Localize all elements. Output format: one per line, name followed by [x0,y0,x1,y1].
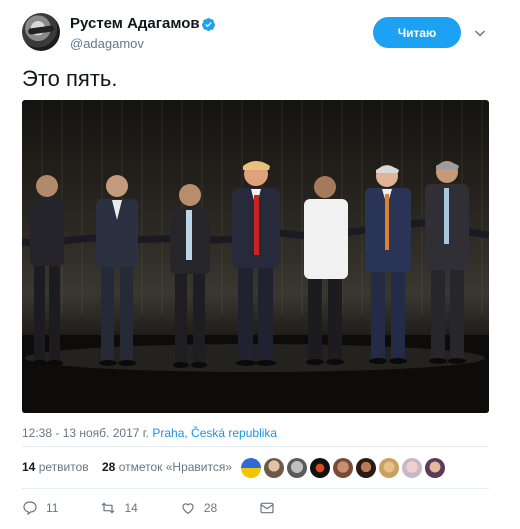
liker-avatar[interactable] [402,458,422,478]
message-button[interactable] [259,500,275,516]
liker-avatar[interactable] [356,458,376,478]
retweets-stat[interactable]: 14 ретвитов [22,460,89,474]
reply-icon [23,501,37,516]
chevron-down-icon[interactable] [474,27,486,39]
verified-badge-icon [201,17,216,32]
heart-icon [182,503,194,515]
avatar[interactable] [22,13,60,51]
like-button[interactable]: 28 [180,500,217,516]
author-handle[interactable]: @adagamov [70,36,144,51]
retweets-count: 14 [22,460,36,474]
divider [22,446,489,447]
timestamp[interactable]: 12:38 - 13 нояб. 2017 г. [22,426,149,440]
likes-stat[interactable]: 28 отметок «Нравится» [102,460,232,474]
photo-scene [22,100,489,413]
reply-count: 11 [46,501,59,515]
engagement-stats: 14 ретвитов 28 отметок «Нравится» [22,460,232,474]
liker-avatar[interactable] [333,458,353,478]
like-count: 28 [203,501,218,515]
action-bar: 11 14 28 [22,500,317,516]
envelope-icon [260,502,274,514]
retweet-count: 14 [124,501,138,515]
likes-label: отметок «Нравится» [118,460,233,474]
follow-button[interactable]: Читаю [373,17,461,48]
author-name[interactable]: Рустем Адагамов [70,15,200,32]
retweets-label: ретвитов [38,460,89,474]
retweet-icon [102,502,115,514]
location-link[interactable]: Praha, Česká republika [152,426,277,440]
liker-avatar[interactable] [264,458,284,478]
likes-count: 28 [101,460,116,474]
liker-avatar[interactable] [310,458,330,478]
tweet-meta: 12:38 - 13 нояб. 2017 г. Praha, Česká re… [22,426,277,440]
retweet-button[interactable]: 14 [100,500,138,516]
liker-avatar[interactable] [379,458,399,478]
tweet-text: Это пять. [22,66,118,91]
divider [22,488,489,489]
liker-avatar[interactable] [287,458,307,478]
liker-avatars [241,458,445,478]
tweet-photo[interactable] [22,100,489,413]
reply-button[interactable]: 11 [22,500,58,516]
liker-avatar[interactable] [241,458,261,478]
liker-avatar[interactable] [425,458,445,478]
